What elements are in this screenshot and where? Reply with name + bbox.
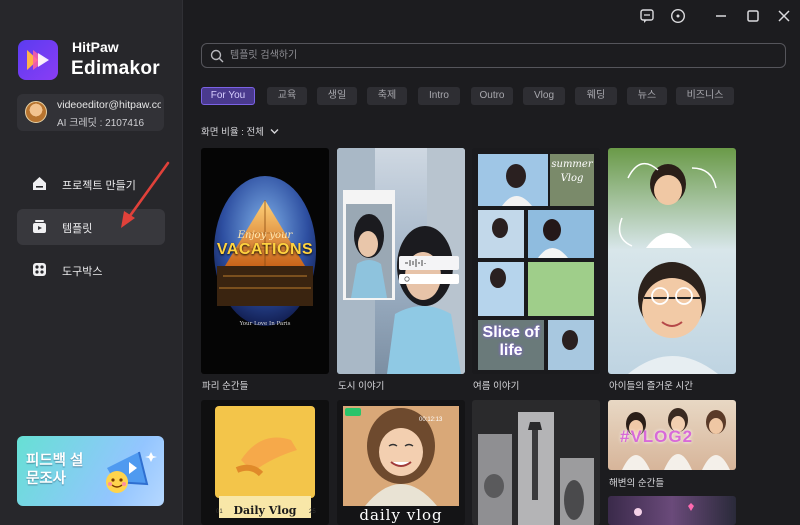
template-overlay-title: daily vlog xyxy=(359,506,443,524)
ai-credits: AI 크레딧 : 2107416 xyxy=(57,118,145,129)
template-card-daily-vlog-girl[interactable]: 00:12:13 daily vlog xyxy=(337,400,465,525)
tag-intro[interactable]: Intro xyxy=(418,87,460,105)
template-overlay-subtitle: Enjoy your xyxy=(237,230,293,241)
info-icon[interactable] xyxy=(669,7,687,25)
template-card-black-white[interactable] xyxy=(472,400,600,525)
promo-text: 피드백 설문조사 xyxy=(26,453,84,487)
app-logo xyxy=(18,40,58,80)
tag-festival[interactable]: 축제 xyxy=(367,87,407,105)
toolbox-icon xyxy=(33,263,46,276)
user-account-card[interactable]: videoeditor@hitpaw.com AI 크레딧 : 2107416 xyxy=(17,94,164,131)
template-caption: 아이들의 즐거운 시간 xyxy=(609,381,693,392)
search-icon xyxy=(210,49,224,63)
sidebar-item-label: 템플릿 xyxy=(62,223,93,235)
sidebar-item-label: 도구박스 xyxy=(62,266,103,278)
template-overlay-title: #VLOG2 xyxy=(620,427,694,446)
template-caption: 여름 이야기 xyxy=(473,381,520,392)
template-caption: 해변의 순간들 xyxy=(609,478,665,489)
tag-news[interactable]: 뉴스 xyxy=(627,87,667,105)
annotation-arrow-icon xyxy=(121,161,170,228)
template-thumbnail xyxy=(618,162,718,374)
chevron-down-icon xyxy=(270,129,279,134)
template-overlay-title: VACATIONS xyxy=(216,241,314,258)
template-overlay-subtitle: summer Vlog xyxy=(551,159,593,184)
tag-for-you[interactable]: For You xyxy=(201,87,255,105)
brand-name-line2: Edimakor xyxy=(71,58,160,79)
tag-business[interactable]: 비즈니스 xyxy=(676,87,734,105)
template-overlay-time: 00:12:13 xyxy=(419,417,443,423)
template-thumbnail xyxy=(214,176,316,326)
feedback-icon[interactable] xyxy=(638,7,656,25)
template-card-city[interactable] xyxy=(337,148,465,374)
close-icon[interactable] xyxy=(775,7,793,25)
tag-vlog[interactable]: Vlog xyxy=(523,87,565,105)
template-thumbnail xyxy=(634,503,694,516)
avatar xyxy=(25,101,47,123)
template-thumbnail xyxy=(478,412,594,525)
template-card-partial[interactable] xyxy=(608,496,736,525)
template-overlay-right: 25 xyxy=(309,509,316,515)
minimize-icon[interactable] xyxy=(712,7,730,25)
user-email: videoeditor@hitpaw.com xyxy=(57,99,161,111)
feedback-survey-banner[interactable]: 피드백 설문조사 xyxy=(17,436,164,506)
template-card-kids[interactable] xyxy=(608,148,736,374)
brand-name-line1: HitPaw xyxy=(72,39,119,55)
template-caption: 파리 순간들 xyxy=(202,381,249,392)
sidebar: HitPaw Edimakor videoeditor@hitpaw.com A… xyxy=(0,0,183,525)
template-card-beach[interactable]: #VLOG2 xyxy=(608,400,736,470)
tag-wedding[interactable]: 웨딩 xyxy=(575,87,617,105)
sidebar-item-toolbox[interactable]: 도구박스 xyxy=(17,252,165,288)
template-card-paris[interactable]: Enjoy your VACATIONS Your Love In Paris xyxy=(201,148,329,374)
template-overlay-left: 01 xyxy=(216,509,223,515)
home-icon xyxy=(33,177,46,190)
template-search-box[interactable] xyxy=(201,43,786,68)
template-card-daily-vlog-yellow[interactable]: Daily Vlog 01 25 xyxy=(201,400,329,525)
template-overlay-title: Slice of life xyxy=(482,324,540,359)
template-thumbnail xyxy=(337,148,465,374)
maximize-icon[interactable] xyxy=(744,7,762,25)
tag-outro[interactable]: Outro xyxy=(471,87,513,105)
megaphone-icon xyxy=(106,451,157,493)
template-caption: 도시 이야기 xyxy=(338,381,385,392)
template-icon xyxy=(33,220,46,233)
template-card-summer[interactable]: summer Vlog Slice of life xyxy=(472,148,600,374)
aspect-ratio-filter[interactable]: 화면 비율 : 전체 xyxy=(201,124,279,138)
tag-birthday[interactable]: 생일 xyxy=(317,87,357,105)
search-input[interactable] xyxy=(230,46,770,65)
template-overlay-footer: Your Love In Paris xyxy=(239,321,291,327)
aspect-ratio-label: 화면 비율 : 전체 xyxy=(201,127,264,138)
tag-education[interactable]: 교육 xyxy=(267,87,307,105)
